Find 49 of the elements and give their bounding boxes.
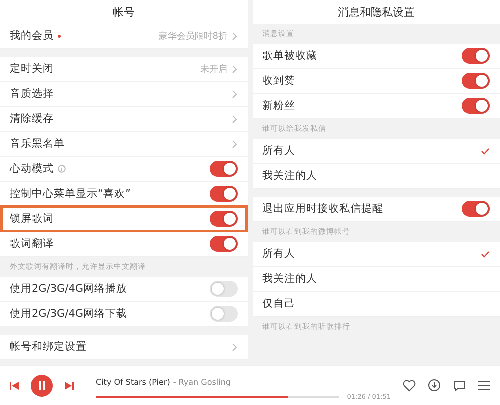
toggle-switch[interactable]	[210, 236, 238, 252]
page-title: 帐号	[0, 0, 248, 24]
next-icon[interactable]	[65, 382, 74, 390]
settings-row[interactable]: 清除缓存	[0, 107, 248, 132]
setting-label: 歌单被收藏	[262, 49, 318, 63]
chevron-icon	[232, 342, 238, 352]
chevron-icon	[232, 140, 238, 148]
setting-label: 收到赞	[262, 74, 296, 88]
toggle-switch[interactable]	[462, 98, 490, 114]
choice-row[interactable]: 仅自己	[252, 292, 500, 317]
chevron-icon	[232, 32, 238, 40]
settings-row[interactable]: 音质选择	[0, 82, 248, 107]
toggle-switch[interactable]	[462, 201, 490, 217]
artist-name: - Ryan Gosling	[173, 378, 231, 387]
member-row[interactable]: 我的会员 豪华会员限时8折	[0, 24, 248, 49]
toggle-switch[interactable]	[210, 281, 238, 297]
chevron-icon	[232, 90, 238, 98]
setting-label: 使用2G/3G/4G网络播放	[10, 282, 129, 296]
comment-icon[interactable]	[453, 380, 466, 392]
playlist-icon[interactable]	[478, 380, 490, 390]
setting-label: 锁屏歌词	[10, 212, 55, 226]
setting-label: 歌词翻译	[10, 237, 55, 251]
chevron-icon	[232, 64, 238, 74]
previous-icon[interactable]	[10, 382, 19, 390]
toggle-switch[interactable]	[210, 161, 238, 177]
setting-label: 退出应用时接收私信提醒	[262, 202, 384, 216]
settings-row[interactable]: 音乐黑名单	[0, 132, 248, 157]
setting-label: 使用2G/3G/4G网络下载	[10, 307, 129, 321]
toggle-switch[interactable]	[210, 306, 238, 322]
toggle-switch[interactable]	[462, 73, 490, 89]
chevron-icon	[232, 114, 238, 124]
pause-button[interactable]	[31, 374, 53, 396]
song-title: City Of Stars (Pier)	[96, 378, 170, 387]
choice-row[interactable]: 我关注的人	[252, 267, 500, 292]
setting-label: 心动模式	[10, 162, 206, 176]
settings-row[interactable]: 帐号和绑定设置	[0, 335, 248, 360]
choice-row[interactable]: 所有人	[252, 242, 500, 267]
setting-label: 新粉丝	[262, 99, 296, 113]
pause-icon	[38, 381, 46, 390]
setting-label: 控制中心菜单显示“喜欢”	[10, 187, 132, 201]
choice-row[interactable]: 所有人	[252, 139, 500, 164]
toggle-switch[interactable]	[462, 48, 490, 64]
download-icon[interactable]	[428, 379, 441, 392]
settings-row[interactable]: 定时关闭 未开启	[0, 57, 248, 82]
toggle-switch[interactable]	[210, 186, 238, 202]
choice-row[interactable]: 我关注的人	[252, 164, 500, 189]
toggle-switch[interactable]	[210, 211, 238, 227]
page-title: 消息和隐私设置	[252, 0, 500, 24]
heart-icon[interactable]	[403, 380, 416, 392]
